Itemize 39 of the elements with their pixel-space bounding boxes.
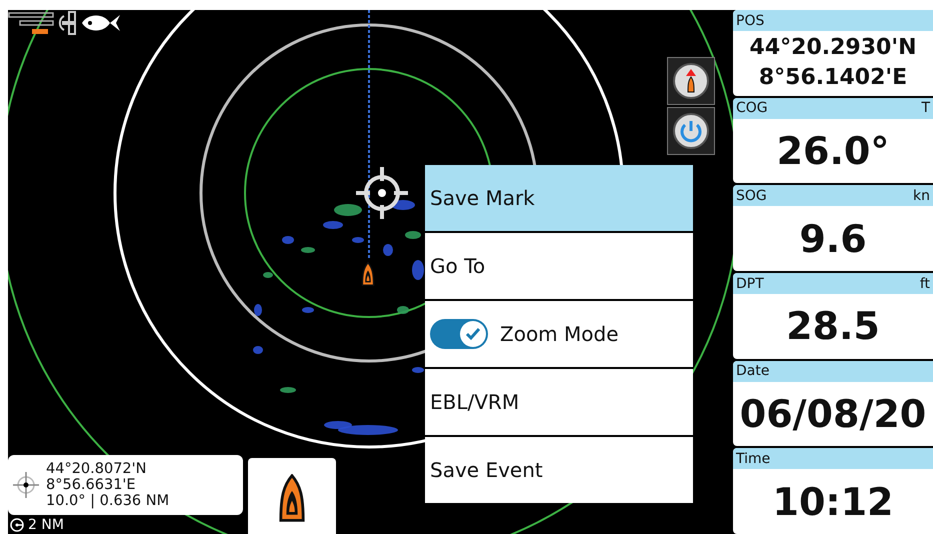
menu-item-label: Zoom Mode: [500, 322, 619, 346]
panel-title: POS: [736, 12, 764, 28]
cursor-latitude: 44°20.8072'N: [46, 461, 148, 477]
panel-value: 9.6: [799, 216, 867, 261]
panel-title: Date: [736, 363, 770, 380]
panel-value: 8°56.1402'E: [758, 64, 908, 92]
heading-up-button[interactable]: [667, 57, 715, 105]
panel-value: 10:12: [772, 480, 894, 524]
panel-unit: kn: [913, 188, 930, 204]
bearing-range: 10.0° | 0.636 NM: [46, 493, 170, 509]
panel-value: 28.5: [786, 304, 880, 348]
panel-value: 26.0°: [776, 129, 890, 173]
satellite-icon: [56, 10, 78, 36]
range-icon: [10, 518, 24, 532]
panel-value: 06/08/20: [740, 392, 926, 436]
menu-item[interactable]: Zoom Mode: [425, 301, 693, 367]
panel-title: DPT: [736, 276, 764, 292]
power-button[interactable]: [667, 107, 715, 155]
toggle-switch[interactable]: [430, 319, 488, 349]
panel-unit: T: [921, 100, 930, 116]
cursor-longitude: 8°56.6631'E: [46, 477, 137, 493]
power-icon: [672, 112, 710, 150]
menu-item[interactable]: Save Event: [425, 437, 693, 503]
signal-bars-icon: [8, 10, 54, 36]
menu-item[interactable]: Save Mark: [425, 165, 693, 231]
range-label: 2 NM: [28, 517, 64, 533]
boat-icon: [278, 474, 306, 522]
panel-title: COG: [736, 100, 768, 116]
panel-title: SOG: [736, 188, 767, 204]
panel-title: Time: [736, 450, 770, 467]
panel-value: 44°20.2930'N: [750, 34, 916, 62]
menu-item[interactable]: EBL/VRM: [425, 369, 693, 435]
checkmark-icon: [464, 325, 482, 343]
vessel-card[interactable]: [248, 458, 336, 534]
boat-icon: [361, 260, 375, 288]
menu-item[interactable]: Go To: [425, 233, 693, 299]
crosshair-icon: [356, 167, 408, 219]
panel-unit: ft: [920, 276, 930, 292]
crosshair-icon: [12, 471, 40, 499]
